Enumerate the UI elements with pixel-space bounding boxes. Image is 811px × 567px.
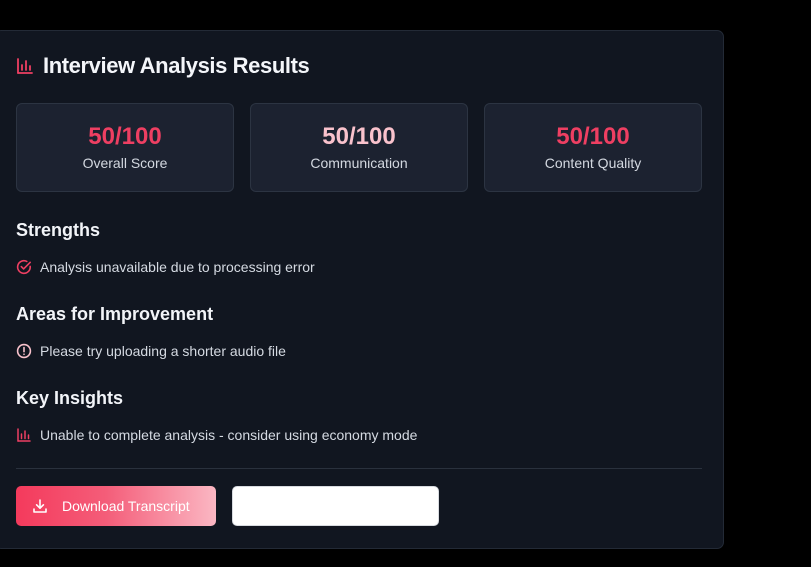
insights-heading: Key Insights [16,388,124,408]
metric-label: Content Quality [544,155,642,171]
download-transcript-label: Download Transcript [62,498,190,514]
score-metrics: 50/100 Overall Score 50/100 Communicatio… [16,103,702,192]
download-transcript-button[interactable]: Download Transcript [16,486,216,526]
improvement-text: Please try uploading a shorter audio fil… [40,343,286,359]
improvement-item: Please try uploading a shorter audio fil… [16,343,286,359]
bar-chart-icon [16,427,32,443]
strength-text: Analysis unavailable due to processing e… [40,259,315,275]
download-icon [32,498,48,514]
insight-item: Unable to complete analysis - consider u… [16,427,417,443]
improvements-heading: Areas for Improvement [16,304,214,324]
analysis-results-card: Interview Analysis Results 50/100 Overal… [0,30,724,549]
bar-chart-icon [16,57,34,75]
divider [16,468,702,469]
metric-overall-score: 50/100 Overall Score [16,103,234,192]
strengths-heading: Strengths [16,220,101,240]
results-header: Interview Analysis Results [16,53,310,79]
metric-communication: 50/100 Communication [250,103,468,192]
secondary-action-button[interactable] [232,486,439,526]
metric-content-quality: 50/100 Content Quality [484,103,702,192]
metric-value: 50/100 [88,123,162,150]
insight-text: Unable to complete analysis - consider u… [40,427,418,443]
metric-label: Overall Score [82,155,168,171]
alert-circle-icon [16,343,32,359]
metric-label: Communication [310,155,408,171]
metric-value: 50/100 [322,123,396,150]
check-circle-icon [16,259,32,275]
page-title: Interview Analysis Results [43,53,310,78]
strength-item: Analysis unavailable due to processing e… [16,259,315,275]
metric-value: 50/100 [556,123,630,150]
